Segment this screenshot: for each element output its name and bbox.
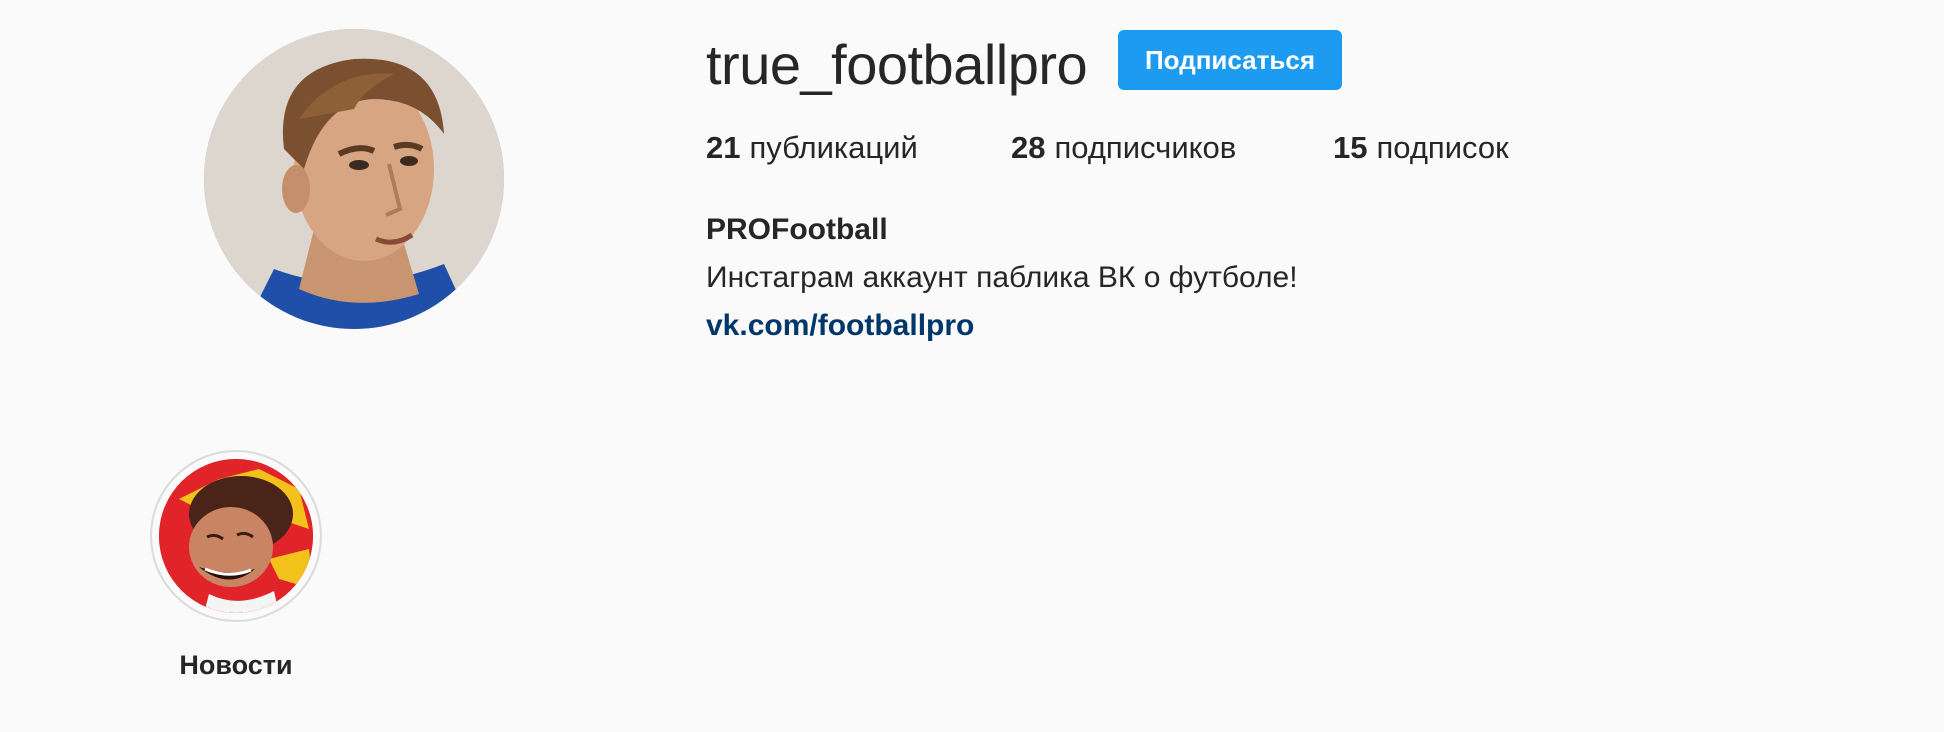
profile-stats: 21 публикаций 28 подписчиков 15 подписок (706, 128, 1509, 168)
highlight-label: Новости (179, 650, 293, 680)
followers-label: подписчиков (1054, 130, 1237, 165)
posts-count: 21 (706, 130, 741, 165)
highlight-cover (159, 459, 313, 613)
highlight-cover-icon (159, 459, 313, 613)
highlight-ring[interactable] (150, 450, 322, 622)
following-stat[interactable]: 15 подписок (1333, 128, 1509, 168)
profile-avatar[interactable] (204, 29, 504, 329)
followers-count: 28 (1011, 130, 1046, 165)
follow-button[interactable]: Подписаться (1118, 30, 1342, 90)
followers-stat[interactable]: 28 подписчиков (1011, 128, 1333, 168)
profile-full-name: PROFootball (706, 213, 888, 246)
following-label: подписок (1376, 130, 1509, 165)
posts-stat: 21 публикаций (706, 128, 1011, 168)
avatar-photo-icon (204, 29, 504, 329)
profile-link[interactable]: vk.com/footballpro (706, 306, 974, 346)
profile-username: true_footballpro (706, 33, 1088, 96)
profile-bio: Инстаграм аккаунт паблика ВК о футболе! (706, 261, 1298, 294)
posts-label: публикаций (749, 130, 918, 165)
profile-page: true_footballpro Подписаться 21 публикац… (0, 0, 1944, 732)
following-count: 15 (1333, 130, 1368, 165)
highlight-item[interactable]: Новости (150, 450, 322, 682)
